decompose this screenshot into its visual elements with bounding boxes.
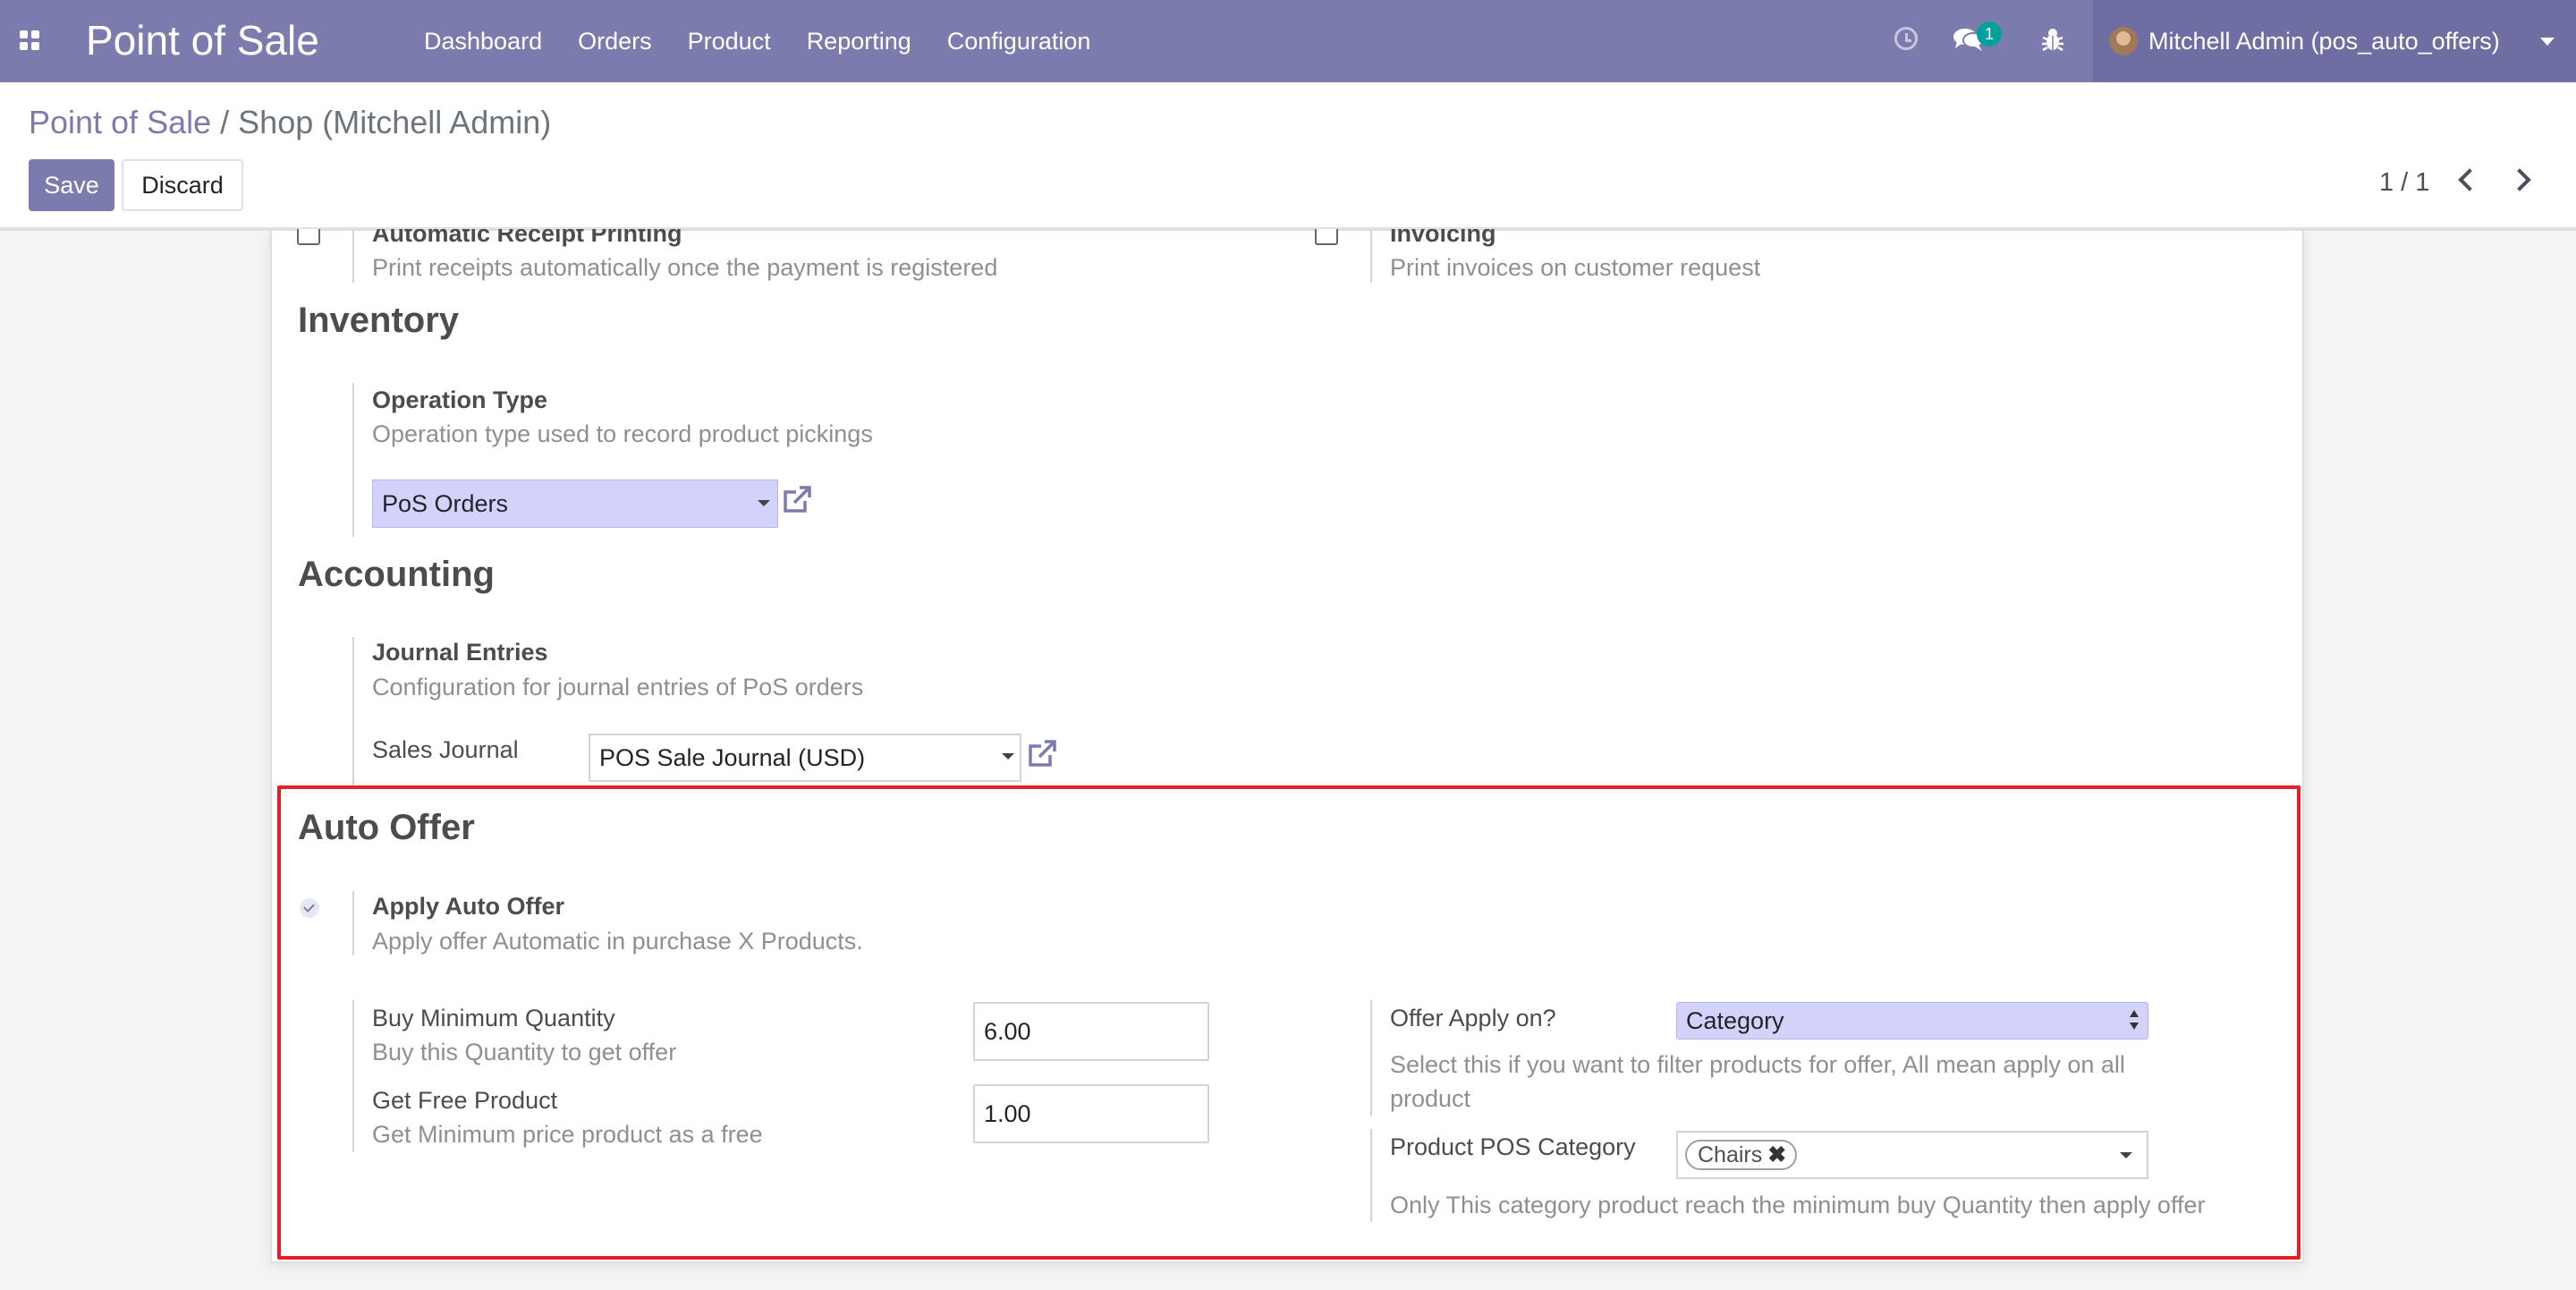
operation-type-value: PoS Orders	[382, 490, 509, 517]
apply-auto-offer-desc: Apply offer Automatic in purchase X Prod…	[372, 928, 863, 955]
pager-value: 1 / 1	[2379, 168, 2430, 197]
setting-divider	[352, 891, 354, 955]
sales-journal-value: POS Sale Journal (USD)	[599, 744, 866, 771]
journal-entries-desc: Configuration for journal entries of PoS…	[372, 674, 864, 700]
caret-down-icon	[758, 500, 770, 506]
save-button[interactable]: Save	[29, 159, 114, 211]
menu-product[interactable]: Product	[688, 25, 771, 57]
external-link-icon[interactable]	[782, 485, 812, 515]
buy-min-qty-input[interactable]: 6.00	[973, 1002, 1209, 1061]
top-navbar: Point of Sale Dashboard Orders Product R…	[0, 0, 2576, 82]
chevron-down-icon	[2540, 38, 2555, 46]
breadcrumb-parent-link[interactable]: Point of Sale	[29, 104, 211, 140]
product-pos-category-desc: Only This category product reach the min…	[1390, 1192, 2206, 1218]
offer-apply-on-desc-line2: product	[1390, 1085, 1471, 1112]
journal-entries-title: Journal Entries	[372, 639, 548, 666]
offer-apply-on-value: Category	[1686, 1007, 1784, 1034]
setting-divider	[352, 231, 354, 283]
operation-type-desc: Operation type used to record product pi…	[372, 420, 873, 447]
pager-next-icon[interactable]	[2508, 168, 2531, 191]
invoicing-desc: Print invoices on customer request	[1390, 254, 1761, 281]
sales-journal-select[interactable]: POS Sale Journal (USD)	[589, 734, 1021, 782]
apps-menu-icon[interactable]	[20, 30, 39, 50]
free-product-input[interactable]: 1.00	[973, 1084, 1209, 1143]
messages-count-badge: 1	[1977, 21, 2002, 47]
caret-down-icon	[2120, 1152, 2132, 1158]
buy-min-qty-label: Buy Minimum Quantity	[372, 1005, 615, 1031]
offer-apply-on-select[interactable]: Category	[1676, 1002, 2148, 1040]
debug-bug-icon[interactable]	[2041, 27, 2064, 52]
select-arrows-icon	[2130, 1010, 2139, 1031]
app-brand[interactable]: Point of Sale	[86, 13, 319, 68]
main-menu: Dashboard Orders Product Reporting Confi…	[424, 25, 1126, 57]
discard-button[interactable]: Discard	[122, 159, 243, 211]
pager-previous-icon[interactable]	[2458, 168, 2481, 191]
menu-dashboard[interactable]: Dashboard	[424, 25, 542, 57]
sales-journal-label: Sales Journal	[372, 736, 519, 763]
category-tag[interactable]: Chairs ✖	[1685, 1140, 1798, 1170]
auto-offer-section-title: Auto Offer	[298, 808, 475, 847]
operation-type-title: Operation Type	[372, 386, 548, 413]
menu-configuration[interactable]: Configuration	[947, 25, 1091, 57]
breadcrumb-current: Shop (Mitchell Admin)	[238, 104, 552, 140]
avatar	[2109, 27, 2138, 55]
setting-divider	[352, 1000, 354, 1152]
buy-min-qty-desc: Buy this Quantity to get offer	[372, 1039, 677, 1065]
free-product-desc: Get Minimum price product as a free	[372, 1121, 763, 1148]
apply-auto-offer-checkbox[interactable]	[300, 898, 319, 918]
category-tag-label: Chairs	[1698, 1142, 1763, 1167]
free-product-label: Get Free Product	[372, 1087, 558, 1114]
auto-receipt-printing-desc: Print receipts automatically once the pa…	[372, 254, 998, 281]
breadcrumb-separator: /	[220, 104, 230, 140]
breadcrumb-overlay: Point of Sale / Shop (Mitchell Admin)	[29, 102, 551, 143]
offer-apply-on-desc-line1: Select this if you want to filter produc…	[1390, 1051, 2125, 1078]
product-pos-category-label: Product POS Category	[1390, 1133, 1636, 1160]
accounting-section-title: Accounting	[298, 555, 495, 594]
setting-divider	[352, 637, 354, 787]
caret-down-icon	[1002, 753, 1014, 760]
menu-orders[interactable]: Orders	[578, 25, 652, 57]
offer-apply-on-label: Offer Apply on?	[1390, 1005, 1556, 1031]
close-icon[interactable]: ✖	[1767, 1142, 1786, 1167]
external-link-icon[interactable]	[1027, 739, 1057, 769]
menu-reporting[interactable]: Reporting	[807, 25, 911, 57]
user-menu[interactable]: Mitchell Admin (pos_auto_offers)	[2093, 0, 2576, 82]
setting-divider	[1370, 1129, 1372, 1222]
setting-divider	[352, 383, 354, 537]
activity-clock-icon[interactable]	[1894, 27, 1918, 50]
apply-auto-offer-title: Apply Auto Offer	[372, 893, 564, 920]
setting-divider	[1370, 1000, 1372, 1116]
user-name: Mitchell Admin (pos_auto_offers)	[2148, 28, 2500, 55]
inventory-section-title: Inventory	[298, 301, 460, 340]
setting-divider	[1370, 231, 1372, 283]
operation-type-select[interactable]: PoS Orders	[372, 480, 778, 528]
